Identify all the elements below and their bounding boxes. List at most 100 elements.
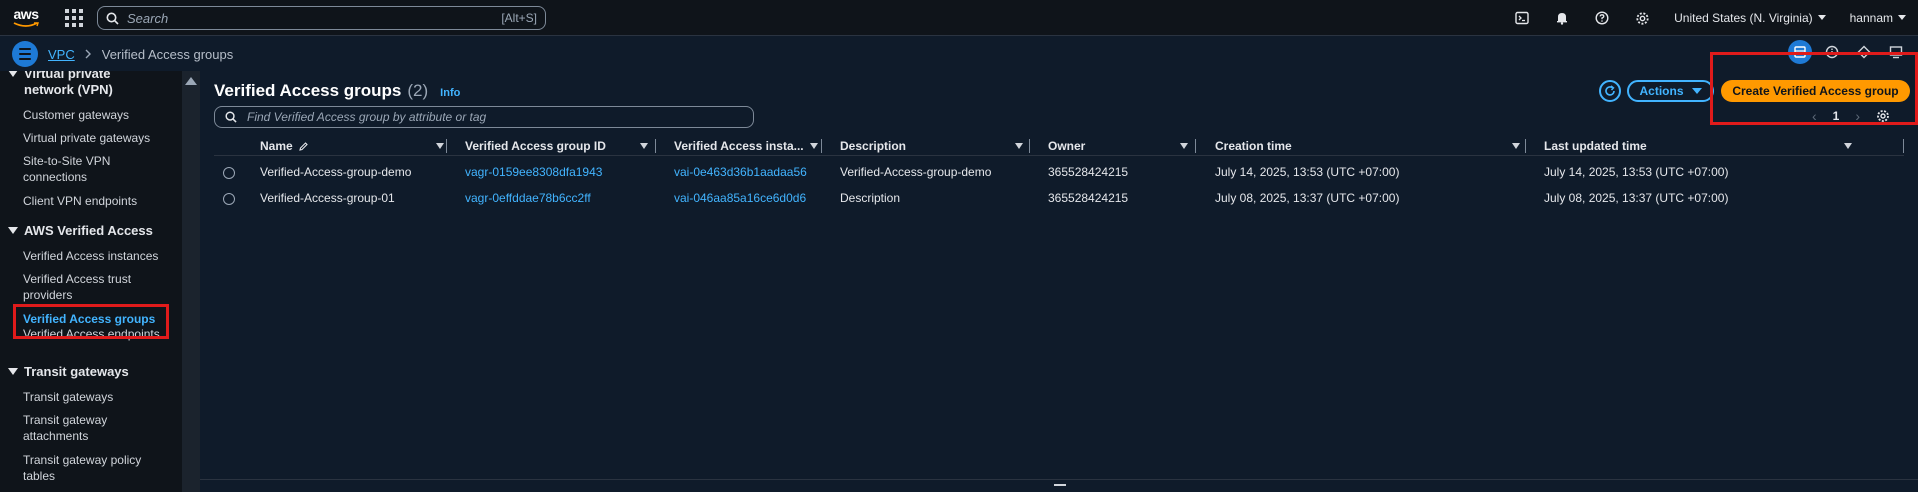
sort-icon[interactable] bbox=[1180, 143, 1188, 149]
column-title: Verified Access insta... bbox=[674, 139, 804, 153]
filter-placeholder: Find Verified Access group by attribute … bbox=[247, 110, 487, 124]
page-number[interactable]: 1 bbox=[1833, 109, 1840, 123]
breadcrumb-current: Verified Access groups bbox=[101, 46, 234, 62]
prev-page-icon[interactable]: ‹ bbox=[1812, 108, 1817, 124]
region-selector[interactable]: United States (N. Virginia) bbox=[1662, 0, 1838, 36]
breadcrumb-vpc-link[interactable]: VPC bbox=[48, 47, 75, 62]
column-header-description[interactable]: Description bbox=[840, 136, 1023, 156]
search-input[interactable]: Search [Alt+S] bbox=[97, 6, 546, 30]
scroll-up-icon[interactable] bbox=[185, 77, 197, 85]
sidebar-item-customer-gateways[interactable]: Customer gateways bbox=[23, 107, 173, 123]
sidebar-item-verified-access-trust-providers[interactable]: Verified Access trust providers bbox=[23, 271, 138, 303]
cell-owner: 365528424215 bbox=[1048, 165, 1129, 179]
top-navigation: aws Search [Alt+S] United States (N. Vir… bbox=[0, 0, 1918, 36]
row-select-radio[interactable] bbox=[223, 193, 235, 205]
table-row[interactable]: Verified-Access-group-demo vagr-0159ee83… bbox=[214, 162, 1904, 184]
cell-instance-id-link[interactable]: vai-0e463d36b1aadaa56 bbox=[674, 165, 807, 179]
split-panel-drag-handle[interactable] bbox=[1054, 484, 1066, 486]
breadcrumb-bar: VPC Verified Access groups bbox=[0, 37, 1918, 71]
cell-last-updated-time: July 08, 2025, 13:37 (UTC +07:00) bbox=[1544, 191, 1729, 205]
cell-instance-id-link[interactable]: vai-046aa85a16ce6d0d6 bbox=[674, 191, 806, 205]
sidebar-item-site-to-site-vpn[interactable]: Site-to-Site VPN connections bbox=[23, 153, 133, 185]
actions-dropdown-button[interactable]: Actions bbox=[1627, 80, 1714, 102]
cell-owner: 365528424215 bbox=[1048, 191, 1129, 205]
table-row[interactable]: Verified-Access-group-01 vagr-0effddae78… bbox=[214, 188, 1904, 210]
caret-down-icon bbox=[1691, 88, 1702, 94]
sidebar: Virtual private network (VPN) Customer g… bbox=[0, 71, 182, 492]
search-icon bbox=[106, 12, 119, 25]
highlight-box-sidebar bbox=[13, 304, 169, 339]
row-select-radio[interactable] bbox=[223, 167, 235, 179]
column-title: Owner bbox=[1048, 139, 1086, 153]
cell-group-id-link[interactable]: vagr-0effddae78b6cc2ff bbox=[465, 191, 591, 205]
cell-last-updated-time: July 14, 2025, 13:53 (UTC +07:00) bbox=[1544, 165, 1729, 179]
sort-icon[interactable] bbox=[810, 143, 818, 149]
sort-icon[interactable] bbox=[1512, 143, 1520, 149]
column-title: Creation time bbox=[1215, 139, 1292, 153]
main-content: Verified Access groups (2) Info Actions … bbox=[200, 52, 1918, 492]
region-label: United States (N. Virginia) bbox=[1674, 11, 1813, 25]
sidebar-item-client-vpn-endpoints[interactable]: Client VPN endpoints bbox=[23, 193, 173, 209]
caret-down-icon bbox=[8, 227, 18, 234]
filter-input[interactable]: Find Verified Access group by attribute … bbox=[214, 106, 754, 128]
sidebar-section-title: AWS Verified Access bbox=[24, 223, 153, 238]
column-title: Name bbox=[260, 139, 293, 153]
caret-down-icon bbox=[8, 71, 18, 77]
column-header-creation-time[interactable]: Creation time bbox=[1215, 136, 1520, 156]
column-title: Description bbox=[840, 139, 907, 153]
cell-description: Description bbox=[840, 191, 901, 205]
settings-icon[interactable] bbox=[1622, 0, 1662, 36]
search-icon bbox=[225, 111, 237, 123]
sidebar-section-title: Transit gateways bbox=[24, 364, 129, 379]
side-menu-toggle-button[interactable] bbox=[12, 41, 38, 67]
sidebar-scrollbar[interactable] bbox=[182, 71, 200, 492]
sort-icon[interactable] bbox=[1015, 143, 1023, 149]
sidebar-section-title: Virtual private network (VPN) bbox=[24, 71, 113, 97]
cell-creation-time: July 08, 2025, 13:37 (UTC +07:00) bbox=[1215, 191, 1400, 205]
sort-icon[interactable] bbox=[1844, 143, 1852, 149]
caret-down-icon bbox=[8, 368, 18, 375]
column-header-owner[interactable]: Owner bbox=[1048, 136, 1188, 156]
cell-name: Verified-Access-group-demo bbox=[260, 165, 412, 179]
sidebar-item-virtual-private-gateways[interactable]: Virtual private gateways bbox=[23, 130, 173, 146]
help-icon[interactable] bbox=[1582, 0, 1622, 36]
sidebar-item-transit-gateways[interactable]: Transit gateways bbox=[23, 389, 173, 405]
column-header-instance-id[interactable]: Verified Access insta... bbox=[674, 136, 818, 156]
caret-down-icon bbox=[1898, 15, 1906, 20]
column-title: Verified Access group ID bbox=[465, 139, 606, 153]
column-header-last-updated-time[interactable]: Last updated time bbox=[1544, 136, 1852, 156]
sidebar-item-verified-access-instances[interactable]: Verified Access instances bbox=[23, 248, 173, 264]
info-link[interactable]: Info bbox=[440, 87, 460, 99]
cloudshell-icon[interactable] bbox=[1502, 0, 1542, 36]
page-title: Verified Access groups bbox=[214, 81, 402, 100]
column-header-group-id[interactable]: Verified Access group ID bbox=[465, 136, 648, 156]
sidebar-item-transit-gateway-attachments[interactable]: Transit gateway attachments bbox=[23, 412, 123, 444]
services-grid-icon[interactable] bbox=[62, 6, 86, 30]
sidebar-item-transit-gateway-policy-tables[interactable]: Transit gateway policy tables bbox=[23, 452, 148, 484]
bell-icon[interactable] bbox=[1542, 0, 1582, 36]
split-panel-divider bbox=[200, 479, 1918, 480]
cell-description: Verified-Access-group-demo bbox=[840, 165, 992, 179]
column-header-name[interactable]: Name bbox=[260, 136, 444, 156]
chevron-right-icon bbox=[85, 49, 91, 59]
table-settings-icon[interactable] bbox=[1876, 109, 1890, 123]
cell-creation-time: July 14, 2025, 13:53 (UTC +07:00) bbox=[1215, 165, 1400, 179]
cell-group-id-link[interactable]: vagr-0159ee8308dfa1943 bbox=[465, 165, 602, 179]
sidebar-section-transit-gateways[interactable]: Transit gateways bbox=[8, 364, 129, 379]
actions-label: Actions bbox=[1639, 84, 1684, 98]
sort-icon[interactable] bbox=[640, 143, 648, 149]
sidebar-section-vpn[interactable]: Virtual private network (VPN) bbox=[8, 71, 134, 98]
table-header: Name Verified Access group ID Verified A… bbox=[214, 136, 1904, 156]
search-shortcut: [Alt+S] bbox=[501, 11, 537, 25]
aws-logo[interactable]: aws bbox=[0, 0, 52, 36]
sidebar-section-verified-access[interactable]: AWS Verified Access bbox=[8, 223, 153, 238]
edit-pencil-icon bbox=[298, 141, 308, 151]
aws-smile-icon bbox=[13, 22, 39, 27]
refresh-icon bbox=[1605, 85, 1615, 96]
user-menu[interactable]: hannam bbox=[1838, 0, 1918, 36]
cell-name: Verified-Access-group-01 bbox=[260, 191, 395, 205]
column-title: Last updated time bbox=[1544, 139, 1647, 153]
next-page-icon[interactable]: › bbox=[1855, 108, 1860, 124]
sort-icon[interactable] bbox=[436, 143, 444, 149]
refresh-button[interactable] bbox=[1599, 80, 1621, 102]
